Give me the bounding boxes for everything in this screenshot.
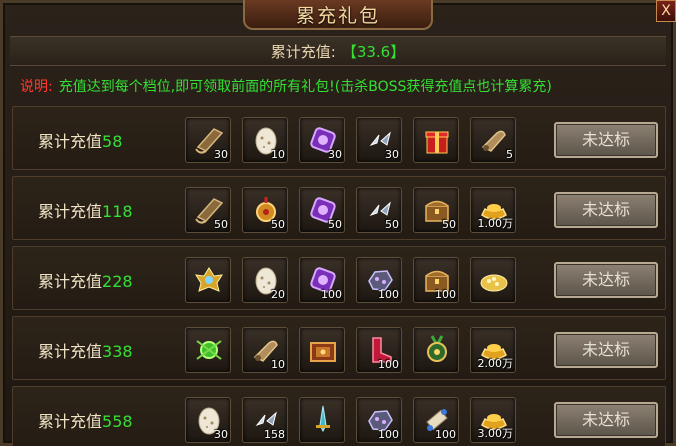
reward-item-slot[interactable]: 30 — [356, 117, 402, 163]
claim-button[interactable]: 未达标 — [554, 192, 658, 228]
tier-title: 累计充值558 — [38, 408, 133, 432]
reward-item-slot[interactable]: 2.00万 — [470, 327, 516, 373]
item-count: 2.00万 — [477, 357, 514, 370]
reward-items: 50 50 50 50 50 1.00万 — [185, 187, 516, 233]
tier-row: 累计充值338 10 100 2.00万 未达标 — [12, 316, 666, 380]
title-plate: 累充礼包 — [243, 0, 433, 30]
reward-items: 20 100 100 100 — [185, 257, 516, 303]
tier-amount: 118 — [102, 202, 133, 221]
reward-item-slot[interactable]: 50 — [356, 187, 402, 233]
total-recharge-header: 累计充值: 【33.6】 — [10, 36, 666, 66]
item-count: 30 — [385, 148, 399, 161]
reward-item-slot[interactable]: 158 — [242, 397, 288, 443]
reward-item-slot[interactable]: 50 — [299, 187, 345, 233]
total-recharge-label: 累计充值: — [270, 42, 336, 61]
reward-item-slot[interactable] — [185, 327, 231, 373]
item-count: 20 — [271, 288, 285, 301]
reward-item-slot[interactable]: 30 — [185, 397, 231, 443]
item-count: 100 — [435, 288, 456, 301]
tier-row: 累计充值558 30 158 100 100 3.00万 未达标 — [12, 386, 666, 446]
tier-amount: 558 — [102, 412, 133, 431]
reward-item-slot[interactable] — [470, 257, 516, 303]
note-label: 说明: — [20, 79, 53, 95]
item-count: 3.00万 — [477, 427, 514, 440]
reward-item-slot[interactable]: 30 — [299, 117, 345, 163]
item-count: 10 — [271, 148, 285, 161]
tier-title: 累计充值228 — [38, 268, 133, 292]
tier-label: 累计充值 — [38, 342, 103, 361]
total-recharge-value: 【33.6】 — [341, 42, 406, 61]
note-text: 充值达到每个档位,即可领取前面的所有礼包!(击杀BOSS获得充值点也计算累充) — [58, 79, 552, 95]
item-count: 50 — [214, 218, 228, 231]
tier-label: 累计充值 — [38, 272, 103, 291]
reward-item-slot[interactable]: 100 — [413, 257, 459, 303]
tier-label: 累计充值 — [38, 412, 103, 431]
medal-icon — [427, 335, 447, 362]
reward-item-slot[interactable]: 100 — [413, 397, 459, 443]
reward-items: 30 10 30 30 5 — [185, 117, 516, 163]
reward-item-slot[interactable] — [185, 257, 231, 303]
green-orb-icon — [196, 340, 222, 360]
item-count: 158 — [264, 428, 285, 441]
item-count: 30 — [214, 148, 228, 161]
tier-amount: 58 — [102, 132, 123, 151]
tier-label: 累计充值 — [38, 132, 103, 151]
item-count: 100 — [378, 358, 399, 371]
item-count: 100 — [378, 288, 399, 301]
reward-item-slot[interactable]: 1.00万 — [470, 187, 516, 233]
instruction-note: 说明: 充值达到每个档位,即可领取前面的所有礼包!(击杀BOSS获得充值点也计算累… — [20, 76, 552, 96]
reward-item-slot[interactable]: 3.00万 — [470, 397, 516, 443]
reward-item-slot[interactable] — [299, 327, 345, 373]
golden-emblem-icon — [195, 267, 223, 292]
jade-sword-icon — [316, 405, 330, 433]
reward-item-slot[interactable]: 50 — [413, 187, 459, 233]
gift-box-icon — [425, 131, 449, 154]
reward-item-slot[interactable]: 100 — [356, 257, 402, 303]
reward-items: 10 100 2.00万 — [185, 327, 516, 373]
reward-item-slot[interactable]: 10 — [242, 117, 288, 163]
tier-row: 累计充值228 20 100 100 100 未达标 — [12, 246, 666, 310]
tier-amount: 338 — [102, 342, 133, 361]
claim-button[interactable]: 未达标 — [554, 262, 658, 298]
window-title: 累充礼包 — [295, 4, 380, 27]
reward-items: 30 158 100 100 3.00万 — [185, 397, 516, 443]
item-count: 50 — [271, 218, 285, 231]
item-count: 50 — [328, 218, 342, 231]
item-count: 100 — [321, 288, 342, 301]
item-count: 30 — [214, 428, 228, 441]
item-count: 50 — [385, 218, 399, 231]
claim-button[interactable]: 未达标 — [554, 332, 658, 368]
gold-pile-icon — [480, 274, 508, 292]
item-count: 5 — [506, 148, 513, 161]
item-count: 50 — [442, 218, 456, 231]
reward-item-slot[interactable]: 30 — [185, 117, 231, 163]
ornate-chest-icon — [310, 342, 336, 362]
claim-button[interactable]: 未达标 — [554, 122, 658, 158]
reward-item-slot[interactable]: 10 — [242, 327, 288, 373]
tier-amount: 228 — [102, 272, 133, 291]
item-count: 30 — [328, 148, 342, 161]
reward-item-slot[interactable]: 5 — [470, 117, 516, 163]
item-count: 100 — [378, 428, 399, 441]
reward-item-slot[interactable] — [299, 397, 345, 443]
reward-item-slot[interactable]: 50 — [185, 187, 231, 233]
item-count: 10 — [271, 358, 285, 371]
close-button[interactable]: X — [656, 0, 676, 22]
claim-button[interactable]: 未达标 — [554, 402, 658, 438]
reward-item-slot[interactable]: 100 — [299, 257, 345, 303]
item-count: 1.00万 — [477, 217, 514, 230]
reward-item-slot[interactable]: 100 — [356, 397, 402, 443]
item-count: 100 — [435, 428, 456, 441]
reward-item-slot[interactable] — [413, 117, 459, 163]
tier-title: 累计充值338 — [38, 338, 133, 362]
tier-label: 累计充值 — [38, 202, 103, 221]
tier-row: 累计充值118 50 50 50 50 50 1.00万 未达标 — [12, 176, 666, 240]
reward-item-slot[interactable]: 100 — [356, 327, 402, 373]
tier-title: 累计充值58 — [38, 128, 122, 152]
tier-title: 累计充值118 — [38, 198, 133, 222]
reward-item-slot[interactable]: 50 — [242, 187, 288, 233]
reward-item-slot[interactable] — [413, 327, 459, 373]
tier-row: 累计充值58 30 10 30 30 5 未达标 — [12, 106, 666, 170]
reward-item-slot[interactable]: 20 — [242, 257, 288, 303]
